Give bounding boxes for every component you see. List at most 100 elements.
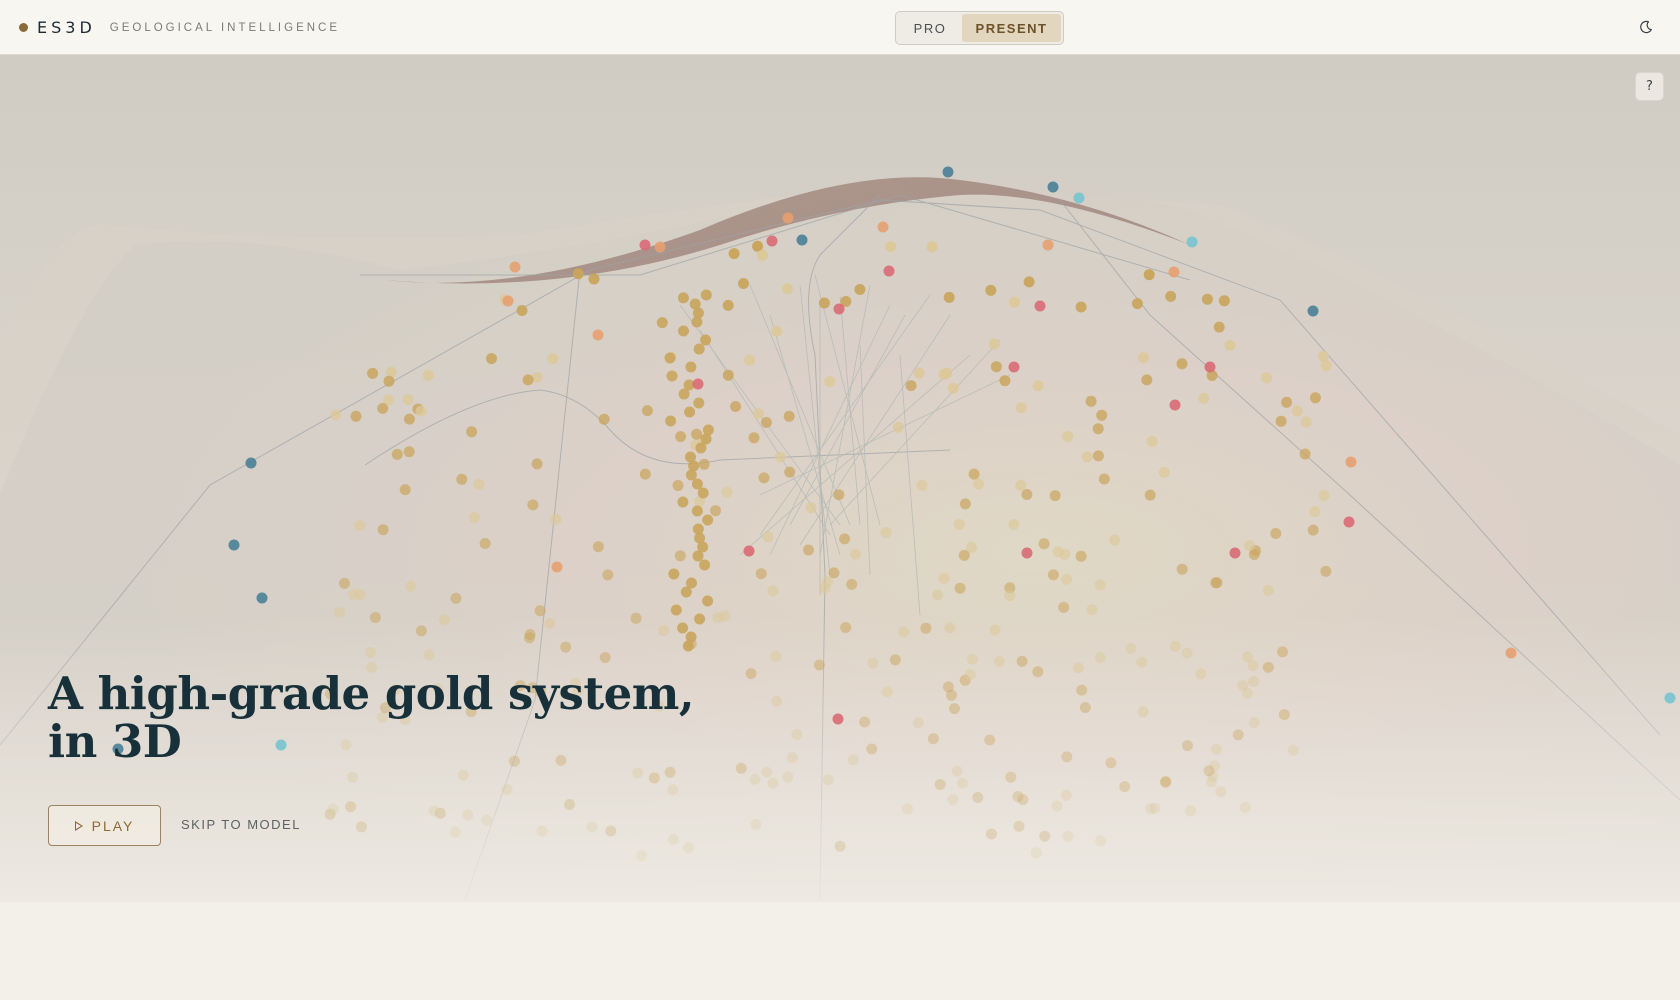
sample-point: [330, 409, 342, 421]
sample-point: [767, 777, 779, 789]
sample-point: [1505, 647, 1517, 659]
sample-point: [691, 505, 703, 517]
sample-point: [1137, 352, 1149, 364]
sample-point: [1309, 506, 1321, 518]
sample-point: [383, 375, 395, 387]
play-button[interactable]: PLAY: [48, 805, 161, 846]
sample-point: [586, 821, 598, 833]
sample-point: [941, 367, 953, 379]
sample-point: [1008, 519, 1020, 530]
sample-point: [880, 527, 892, 539]
sample-point: [1061, 573, 1073, 585]
sample-point: [479, 538, 491, 549]
sample-point: [656, 317, 668, 329]
sample-point: [334, 606, 345, 618]
sample-point: [675, 431, 687, 443]
sample-point: [699, 559, 711, 571]
sample-point: [1004, 590, 1016, 602]
sample-point: [954, 582, 966, 594]
sample-point: [670, 604, 682, 616]
sample-point: [823, 774, 834, 786]
mode-present-button[interactable]: PRESENT: [962, 14, 1061, 42]
sample-point: [1085, 395, 1097, 407]
sample-point: [674, 550, 686, 562]
sample-point: [350, 410, 362, 422]
sample-point: [1096, 409, 1108, 421]
model-viewport[interactable]: ? A high-grade gold system, in 3D PLAY S…: [0, 55, 1680, 902]
sample-point: [1042, 239, 1054, 251]
sample-point: [422, 369, 434, 381]
sample-point: [677, 622, 689, 634]
sample-point: [968, 468, 980, 480]
sample-point: [1224, 339, 1236, 351]
sample-point: [1343, 516, 1355, 528]
sample-point: [1206, 776, 1217, 788]
sample-point: [728, 248, 740, 260]
sample-point: [665, 415, 677, 427]
sample-point: [1213, 321, 1225, 333]
sample-point: [677, 496, 689, 508]
sample-point: [1232, 729, 1244, 741]
sample-point: [369, 612, 381, 623]
sample-point: [700, 334, 712, 346]
sample-point: [428, 805, 440, 817]
mode-toggle: PRO PRESENT: [895, 11, 1064, 45]
sample-point: [1039, 830, 1051, 842]
sample-point: [760, 417, 772, 428]
sample-point: [854, 284, 866, 295]
theme-toggle-button[interactable]: [1636, 17, 1656, 37]
sample-point: [966, 541, 977, 553]
sample-point: [1244, 540, 1255, 551]
sample-point: [1061, 751, 1073, 763]
sample-point: [648, 772, 660, 784]
sample-point: [245, 457, 257, 469]
sample-point: [771, 695, 783, 707]
sample-point: [405, 580, 417, 592]
sample-point: [959, 498, 971, 510]
help-button[interactable]: ?: [1635, 72, 1664, 101]
sample-point: [840, 622, 852, 633]
sample-point: [913, 367, 925, 379]
sample-point: [1086, 604, 1098, 616]
sample-point: [1169, 641, 1181, 652]
sample-point: [1092, 423, 1104, 435]
sample-point: [377, 524, 389, 536]
sample-point: [702, 595, 714, 607]
skip-to-model-link[interactable]: SKIP TO MODEL: [181, 817, 301, 832]
sample-point: [885, 241, 897, 253]
sample-point: [722, 299, 734, 311]
sample-point: [1008, 296, 1020, 308]
brand[interactable]: ES3D GEOLOGICAL INTELLIGENCE: [19, 0, 340, 55]
sample-point: [1185, 805, 1197, 817]
sample-point: [1092, 450, 1104, 462]
sample-point: [1664, 692, 1676, 704]
sample-point: [818, 297, 830, 309]
sample-point: [1181, 647, 1193, 659]
sample-point: [828, 567, 840, 579]
sample-point: [1198, 392, 1210, 404]
sample-point: [1095, 835, 1107, 847]
sample-point: [926, 241, 938, 253]
sample-point: [753, 408, 764, 420]
sample-point: [972, 792, 984, 803]
mode-pro-button[interactable]: PRO: [898, 14, 962, 42]
sample-point: [462, 809, 474, 821]
sample-point: [1211, 743, 1222, 755]
sample-point: [905, 380, 917, 392]
sample-point: [761, 766, 773, 778]
sample-point: [771, 325, 783, 337]
sample-point: [1023, 276, 1035, 288]
sample-point: [1058, 601, 1070, 613]
sample-point: [228, 539, 240, 551]
sample-point: [1094, 579, 1106, 591]
sample-point: [415, 405, 427, 417]
sample-point: [1098, 473, 1110, 485]
sample-point: [846, 578, 858, 590]
sample-point: [1307, 524, 1319, 536]
sample-point: [898, 626, 910, 638]
sample-point: [560, 641, 572, 653]
sample-point: [951, 765, 963, 777]
sample-point: [744, 354, 756, 366]
sample-point: [784, 466, 796, 478]
sample-point: [501, 784, 513, 796]
